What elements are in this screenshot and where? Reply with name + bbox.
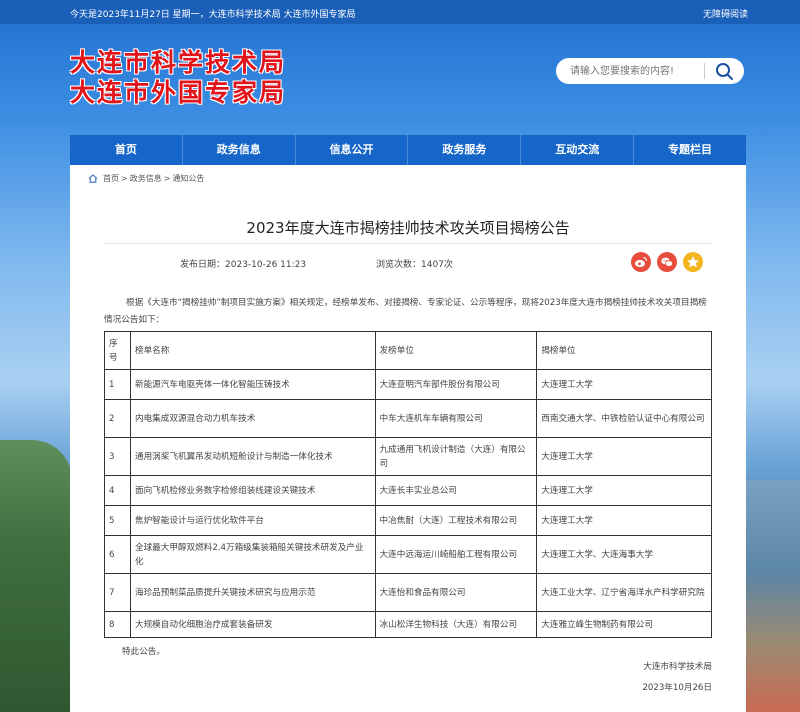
wechat-icon (661, 257, 673, 267)
closing-text: 特此公告。 (122, 647, 165, 657)
cell-project: 全球最大甲醇双燃料2.4万箱级集装箱船关键技术研发及产业化 (129, 535, 376, 574)
header-index: 序号 (104, 331, 131, 370)
publish-date: 发布日期：2023-10-26 11:23 (180, 257, 306, 270)
breadcrumb-home[interactable]: 首页 (103, 173, 119, 184)
nav-item-special-topics[interactable]: 专题栏目 (634, 135, 746, 165)
cell-index: 3 (104, 437, 131, 476)
table-row: 3 通用涡桨飞机翼吊发动机短舱设计与制造一体化技术 九成通用飞机设计制造（大连）… (104, 437, 712, 476)
breadcrumb-government-info[interactable]: 政务信息 (130, 173, 162, 184)
background-scenery-right (744, 480, 800, 712)
cell-publisher: 中车大连机车车辆有限公司 (374, 399, 538, 438)
cell-index: 5 (104, 505, 131, 536)
share-weibo-button[interactable] (631, 252, 651, 272)
logo-line-1: 大连市科学技术局 (70, 48, 287, 77)
breadcrumb-separator: > (121, 174, 128, 183)
cell-publisher: 九成通用飞机设计制造（大连）有限公司 (374, 437, 538, 476)
cell-project: 内电集成双源混合动力机车技术 (129, 399, 376, 438)
nav-item-home[interactable]: 首页 (70, 135, 183, 165)
search-icon (716, 63, 733, 80)
table-row: 8 大规模自动化细胞治疗成套装备研发 冰山松洋生物科技（大连）有限公司 大连雅立… (104, 611, 712, 638)
home-icon (88, 174, 98, 183)
site-logo[interactable]: 大连市科学技术局 大连市外国专家局 (70, 48, 286, 108)
cell-project: 面向飞机检修业务数字检修组装线建设关键技术 (129, 475, 376, 506)
share-wechat-button[interactable] (657, 252, 677, 272)
table-row: 6 全球最大甲醇双燃料2.4万箱级集装箱船关键技术研发及产业化 大连中远海运川崎… (104, 535, 712, 574)
main-nav: 首页 政务信息 信息公开 政务服务 互动交流 专题栏目 (70, 135, 746, 165)
article-title: 2023年度大连市揭榜挂帅技术攻关项目揭榜公告 (246, 219, 570, 237)
table-row: 1 新能源汽车电驱壳体一体化智能压铸技术 大连亚明汽车部件股份有限公司 大连理工… (104, 369, 712, 400)
cell-index: 7 (104, 573, 131, 612)
cell-project: 大规模自动化细胞治疗成套装备研发 (129, 611, 376, 638)
table-row: 4 面向飞机检修业务数字检修组装线建设关键技术 大连长丰实业总公司 大连理工大学 (104, 475, 712, 506)
main-content: 首页 > 政务信息 > 通知公告 2023年度大连市揭榜挂帅技术攻关项目揭榜公告… (70, 165, 746, 712)
cell-publisher: 冰山松洋生物科技（大连）有限公司 (374, 611, 538, 638)
search-box (556, 58, 744, 84)
cell-taker: 大连雅立峰生物制药有限公司 (536, 611, 712, 638)
cell-project: 海珍品预制菜品质提升关键技术研究与应用示范 (129, 573, 376, 612)
cell-taker: 大连理工大学 (536, 437, 712, 476)
breadcrumb: 首页 > 政务信息 > 通知公告 (88, 173, 204, 184)
signature: 大连市科学技术局 (643, 662, 712, 672)
qzone-icon (687, 256, 699, 268)
cell-publisher: 大连长丰实业总公司 (374, 475, 538, 506)
cell-index: 2 (104, 399, 131, 438)
cell-index: 4 (104, 475, 131, 506)
cell-taker: 大连工业大学、辽宁省海洋水产科学研究院 (536, 573, 712, 612)
views-value: 1407次 (421, 260, 453, 270)
header-taker: 揭榜单位 (536, 331, 712, 370)
cell-publisher: 大连亚明汽车部件股份有限公司 (374, 369, 538, 400)
cell-project: 通用涡桨飞机翼吊发动机短舱设计与制造一体化技术 (129, 437, 376, 476)
cell-taker: 大连理工大学 (536, 505, 712, 536)
article-intro: 根据《大连市“揭榜挂帅”制项目实施方案》相关规定，经榜单发布、对接揭榜、专家论证… (104, 298, 707, 325)
breadcrumb-notices[interactable]: 通知公告 (172, 173, 204, 184)
weibo-icon (635, 256, 648, 268)
cell-publisher: 大连怡和食品有限公司 (374, 573, 538, 612)
cell-index: 8 (104, 611, 131, 638)
share-qzone-button[interactable] (683, 252, 703, 272)
table-row: 7 海珍品预制菜品质提升关键技术研究与应用示范 大连怡和食品有限公司 大连工业大… (104, 573, 712, 612)
cell-taker: 大连理工大学 (536, 475, 712, 506)
publish-value: 2023-10-26 11:23 (225, 260, 307, 270)
logo-line-2: 大连市外国专家局 (70, 78, 287, 107)
cell-index: 1 (104, 369, 131, 400)
signature-date: 2023年10月26日 (642, 683, 712, 693)
nav-item-government-services[interactable]: 政务服务 (408, 135, 522, 165)
publish-label: 发布日期： (180, 260, 226, 270)
search-divider (704, 63, 705, 79)
search-button[interactable] (710, 61, 738, 81)
cell-project: 新能源汽车电驱壳体一体化智能压铸技术 (129, 369, 376, 400)
table-header-row: 序号 榜单名称 发榜单位 揭榜单位 (104, 331, 712, 370)
cell-taker: 大连理工大学 (536, 369, 712, 400)
cell-index: 6 (104, 535, 131, 574)
cell-taker: 大连理工大学、大连海事大学 (536, 535, 712, 574)
breadcrumb-separator: > (163, 174, 171, 183)
accessibility-link[interactable]: 无障碍阅读 (703, 7, 748, 20)
result-table: 序号 榜单名称 发榜单位 揭榜单位 1 新能源汽车电驱壳体一体化智能压铸技术 大… (104, 331, 712, 638)
search-input[interactable] (570, 62, 700, 80)
cell-publisher: 大连中远海运川崎船舶工程有限公司 (374, 535, 538, 574)
nav-item-info-disclosure[interactable]: 信息公开 (296, 135, 409, 165)
date-text: 今天是2023年11月27日 星期一，大连市科学技术局 大连市外国专家局 (70, 10, 356, 20)
nav-item-interaction[interactable]: 互动交流 (521, 135, 635, 165)
cell-publisher: 中冶焦耐（大连）工程技术有限公司 (374, 505, 538, 536)
view-count: 浏览次数：1407次 (376, 257, 453, 270)
header-project: 榜单名称 (129, 331, 376, 370)
cell-taker: 西南交通大学、中铁检验认证中心有限公司 (536, 399, 712, 438)
title-divider (104, 243, 712, 244)
background-scenery-left (0, 440, 72, 712)
table-row: 5 焦炉智能设计与运行优化软件平台 中冶焦耐（大连）工程技术有限公司 大连理工大… (104, 505, 712, 536)
cell-project: 焦炉智能设计与运行优化软件平台 (129, 505, 376, 536)
nav-item-government-info[interactable]: 政务信息 (183, 135, 296, 165)
top-bar: 今天是2023年11月27日 星期一，大连市科学技术局 大连市外国专家局 无障碍… (0, 0, 800, 24)
table-row: 2 内电集成双源混合动力机车技术 中车大连机车车辆有限公司 西南交通大学、中铁检… (104, 399, 712, 438)
header-publisher: 发榜单位 (374, 331, 538, 370)
views-label: 浏览次数： (376, 260, 422, 270)
